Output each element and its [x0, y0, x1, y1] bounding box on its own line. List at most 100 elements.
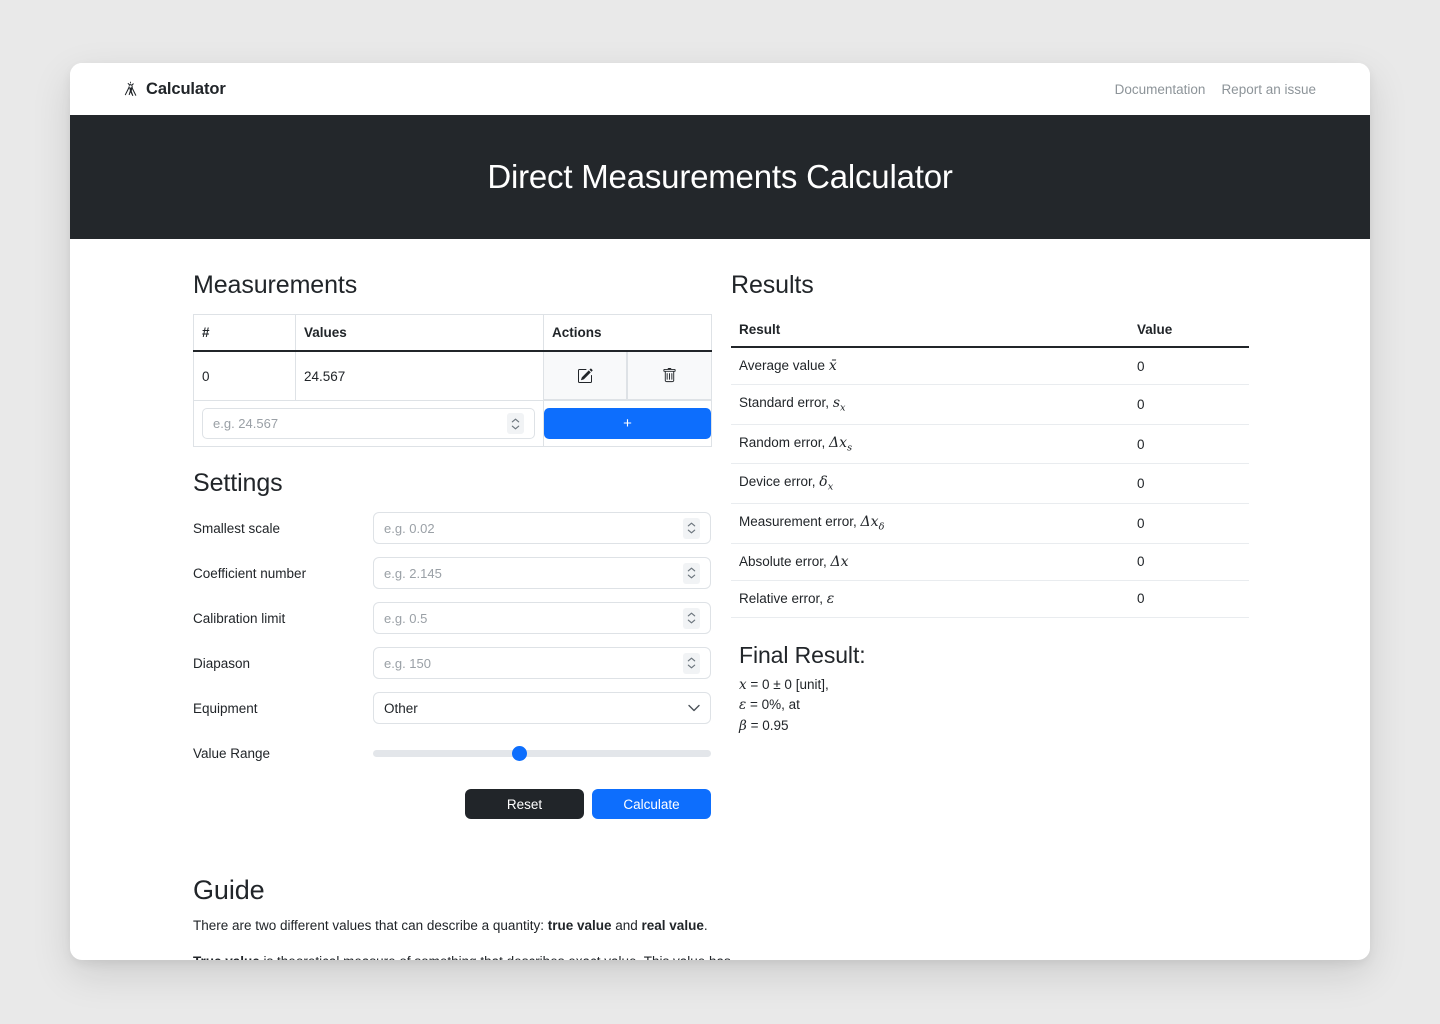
number-spinner[interactable]: [683, 607, 700, 629]
final-result-lines: x = 0 ± 0 [unit], ε = 0%, at β = 0.95: [739, 675, 1249, 737]
setting-row-equipment: Equipment Other: [193, 692, 711, 724]
add-measurement-button[interactable]: +: [544, 408, 711, 439]
result-text: Absolute error,: [739, 553, 831, 569]
setting-row-calibration-limit: Calibration limit e.g. 0.5: [193, 602, 711, 634]
number-spinner[interactable]: [683, 562, 700, 584]
result-text: Random error,: [739, 434, 830, 450]
settings-section: Settings Smallest scale e.g. 0.02 Coeffi…: [193, 469, 711, 819]
smallest-scale-placeholder: e.g. 0.02: [384, 520, 435, 536]
brand[interactable]: Calculator: [122, 80, 226, 99]
symbol-delta-x: Δx: [860, 514, 879, 531]
final-line-beta: β = 0.95: [739, 716, 1249, 737]
result-value-standard-error: 0: [1129, 384, 1249, 425]
table-header-row: # Values Actions: [193, 314, 712, 352]
result-label-absolute-error: Absolute error, Δx: [731, 543, 1129, 581]
smallest-scale-input[interactable]: e.g. 0.02: [373, 512, 711, 544]
main-content: Measurements # Values Actions 0 24.567 e…: [70, 239, 1370, 819]
row-value: 24.567: [295, 350, 544, 401]
add-button-cell: +: [543, 400, 712, 447]
symbol-delta-x: Δx: [830, 553, 849, 570]
nav-link-report-an-issue[interactable]: Report an issue: [1221, 82, 1316, 97]
new-measurement-input[interactable]: e.g. 24.567: [202, 408, 535, 439]
column-header-actions: Actions: [543, 314, 712, 352]
compass-drafting-icon: [122, 81, 139, 98]
setting-row-diapason: Diapason e.g. 150: [193, 647, 711, 679]
value-range-slider[interactable]: [373, 749, 711, 757]
symbol-sub-x: x: [840, 402, 846, 414]
table-row: Device error, δx 0: [731, 463, 1249, 505]
diapason-placeholder: e.g. 150: [384, 655, 431, 671]
result-label-standard-error: Standard error, sx: [731, 384, 1129, 425]
table-row: Random error, Δxs 0: [731, 424, 1249, 465]
right-column: Results Result Value Average value x̄ 0: [731, 271, 1249, 819]
result-value-random-error: 0: [1129, 424, 1249, 465]
final-line-epsilon: ε = 0%, at: [739, 695, 1249, 716]
nav-link-documentation[interactable]: Documentation: [1115, 82, 1206, 97]
label-equipment: Equipment: [193, 700, 258, 716]
symbol-sub-s: s: [847, 442, 853, 454]
calibration-limit-input[interactable]: e.g. 0.5: [373, 602, 711, 634]
reset-button[interactable]: Reset: [465, 789, 584, 819]
symbol-x: x: [739, 676, 747, 693]
edit-measurement-button[interactable]: [544, 352, 628, 400]
guide-p1-bold-true-value: true value: [547, 918, 612, 933]
symbol-epsilon: ε: [826, 590, 835, 607]
final-line-epsilon-text: = 0%, at: [746, 697, 800, 713]
symbol-delta-x: Δx: [829, 434, 848, 451]
table-row: Absolute error, Δx 0: [731, 543, 1249, 581]
result-value-device-error: 0: [1129, 463, 1249, 505]
symbol-delta: δ: [819, 474, 828, 491]
pencil-square-icon: [577, 368, 593, 384]
result-label-relative-error: Relative error, ε: [731, 580, 1129, 618]
setting-row-value-range: Value Range: [193, 737, 711, 769]
page-title: Direct Measurements Calculator: [487, 158, 953, 195]
navbar: Calculator Documentation Report an issue: [70, 63, 1370, 115]
number-spinner[interactable]: [683, 652, 700, 674]
row-actions: [544, 351, 712, 401]
symbol-beta: β: [739, 717, 747, 734]
column-header-value: Value: [1129, 314, 1249, 348]
equipment-select[interactable]: Other: [373, 692, 711, 724]
guide-p1-a: There are two different values that can …: [193, 918, 548, 933]
label-value-range: Value Range: [193, 745, 271, 761]
result-label-measurement-error: Measurement error, Δxδ: [731, 503, 1129, 544]
result-text: Average value: [739, 358, 829, 373]
final-line-x-text: = 0 ± 0 [unit],: [746, 676, 829, 692]
coefficient-number-input[interactable]: e.g. 2.145: [373, 557, 711, 589]
hero-banner: Direct Measurements Calculator: [70, 115, 1370, 239]
nav-links: Documentation Report an issue: [1115, 82, 1316, 97]
add-measurement-row: e.g. 24.567 +: [193, 400, 712, 447]
result-value-measurement-error: 0: [1129, 503, 1249, 544]
result-value-average-value: 0: [1129, 347, 1249, 385]
table-row: Average value x̄ 0: [731, 347, 1249, 385]
trash-icon: [662, 368, 677, 383]
brand-label: Calculator: [146, 79, 226, 98]
setting-row-smallest-scale: Smallest scale e.g. 0.02: [193, 512, 711, 544]
guide-p1-bold-real-value: real value: [641, 918, 704, 933]
number-spinner[interactable]: [683, 517, 700, 539]
result-text: Standard error,: [739, 395, 833, 410]
measurements-table: # Values Actions 0 24.567 e.g. 24.567 +: [193, 314, 712, 447]
row-index: 0: [193, 350, 296, 401]
symbol-sub-x: x: [827, 482, 834, 494]
final-line-beta-text: = 0.95: [746, 717, 789, 733]
table-row: Relative error, ε 0: [731, 580, 1249, 618]
result-value-relative-error: 0: [1129, 580, 1249, 618]
delete-measurement-button[interactable]: [627, 352, 712, 400]
result-text: Relative error,: [739, 590, 827, 606]
guide-p2-bold-true-value: True value: [193, 954, 260, 960]
guide-p1-end: .: [703, 918, 708, 933]
measurements-heading: Measurements: [193, 271, 358, 299]
label-calibration-limit: Calibration limit: [193, 610, 286, 626]
label-diapason: Diapason: [193, 655, 251, 671]
number-spinner[interactable]: [507, 413, 524, 434]
label-smallest-scale: Smallest scale: [193, 520, 281, 536]
result-label-device-error: Device error, δx: [731, 463, 1129, 505]
calculate-button[interactable]: Calculate: [592, 789, 711, 819]
result-value-absolute-error: 0: [1129, 543, 1249, 581]
result-text: Device error,: [739, 474, 820, 490]
result-text: Measurement error,: [739, 514, 861, 530]
results-header-row: Result Value: [731, 314, 1249, 348]
diapason-input[interactable]: e.g. 150: [373, 647, 711, 679]
new-value-cell: e.g. 24.567: [193, 400, 544, 447]
